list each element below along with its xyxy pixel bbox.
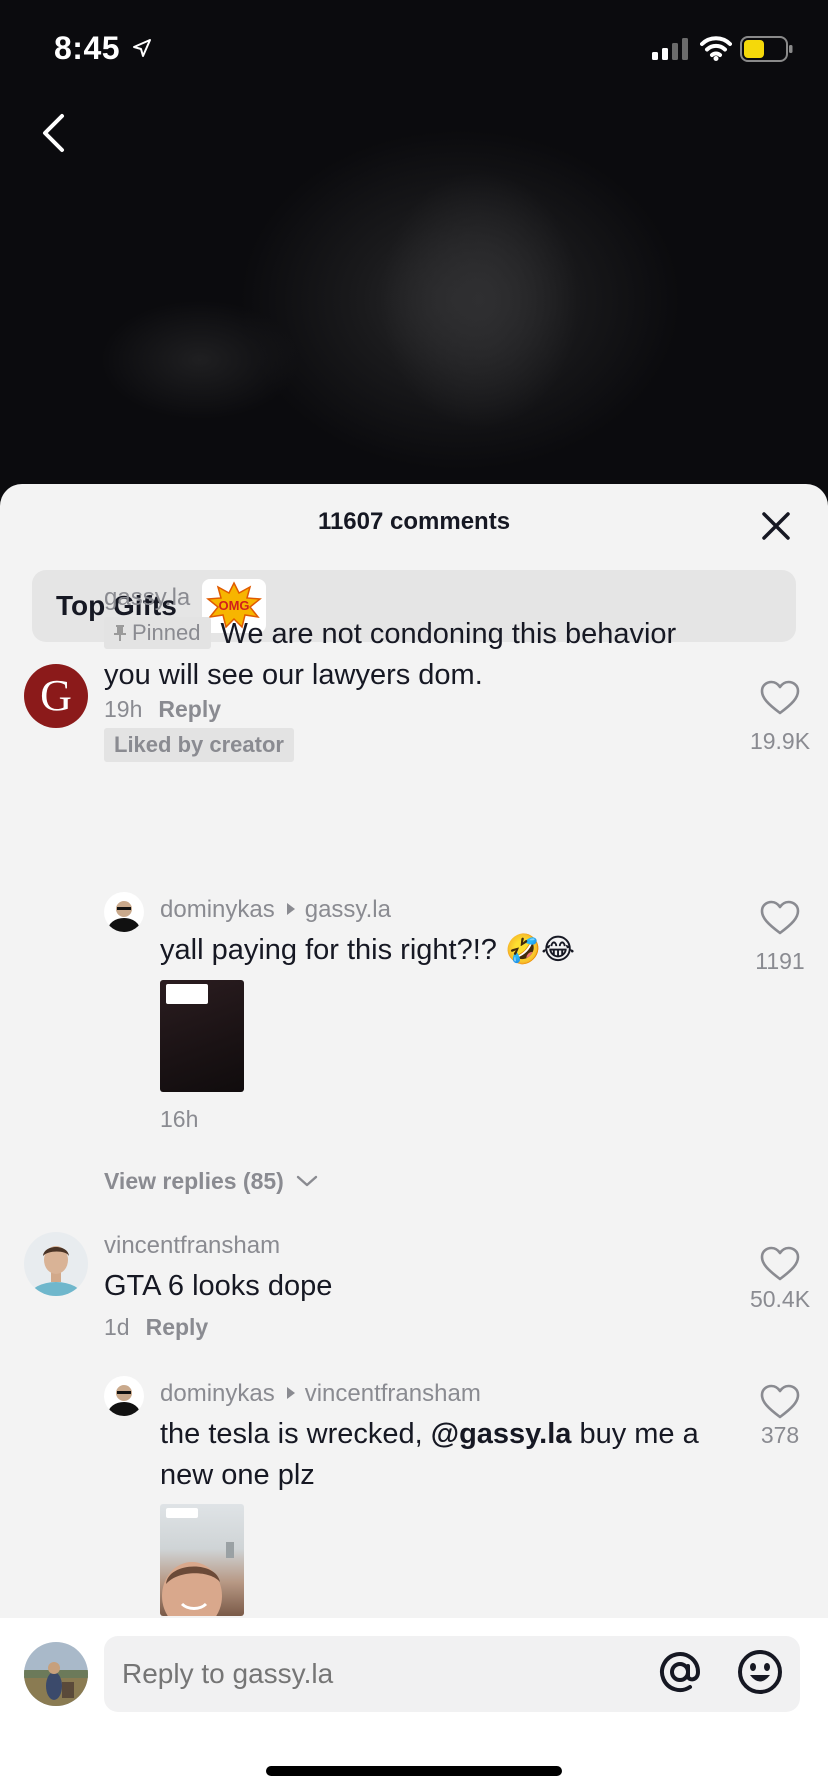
heart-icon[interactable] xyxy=(760,900,800,936)
wifi-icon xyxy=(700,36,732,61)
comment-meta: 1d Reply xyxy=(104,1314,208,1341)
location-arrow-icon xyxy=(133,39,151,57)
close-button[interactable] xyxy=(756,506,796,546)
reply-text: yall paying for this right?!? 🤣😂 xyxy=(160,934,575,966)
reply-button[interactable]: Reply xyxy=(158,696,221,722)
home-indicator xyxy=(266,1766,562,1776)
emoji-icon[interactable] xyxy=(736,1648,784,1696)
heart-icon[interactable] xyxy=(760,1246,800,1282)
comment-text: GTA 6 looks dope xyxy=(104,1270,333,1302)
pinned-badge: Pinned xyxy=(104,617,211,649)
status-bar: 8:45 xyxy=(0,0,828,100)
video-shape xyxy=(100,300,300,420)
comment-input-bar xyxy=(0,1618,828,1792)
reply-to-username[interactable]: gassy.la xyxy=(305,896,391,923)
comment-username[interactable]: vincentfransham xyxy=(104,1232,280,1260)
comment-age: 19h xyxy=(104,696,143,722)
reply-text-start: the tesla is wrecked, xyxy=(160,1418,431,1450)
reply-username[interactable]: dominykas xyxy=(160,1380,275,1407)
reply-button[interactable]: Reply xyxy=(146,1314,209,1340)
reply-header: dominykas gassy.la xyxy=(160,896,391,924)
like-count: 50.4K xyxy=(749,1286,811,1312)
cellular-signal-icon xyxy=(652,38,688,60)
mention-link[interactable]: @gassy.la xyxy=(431,1418,572,1450)
like-count: 19.9K xyxy=(749,728,811,754)
reply-avatar[interactable] xyxy=(104,892,144,932)
comment-meta: 19h Reply xyxy=(104,696,221,723)
like-count: 378 xyxy=(760,1422,800,1448)
thumbnail-sticker xyxy=(166,984,208,1004)
chevron-down-icon xyxy=(297,1175,318,1187)
reply-avatar[interactable] xyxy=(104,1376,144,1416)
comment-username[interactable]: gassy.la xyxy=(104,584,190,612)
heart-icon[interactable] xyxy=(760,1384,800,1420)
reply-to-arrow-icon xyxy=(286,1387,295,1399)
back-button[interactable] xyxy=(30,108,80,158)
avatar[interactable]: G xyxy=(24,664,88,728)
comment-age: 1d xyxy=(104,1314,130,1340)
mention-at-icon[interactable] xyxy=(656,1648,704,1696)
reply-video-thumbnail[interactable] xyxy=(160,980,244,1092)
pinned-label: Pinned xyxy=(132,620,201,645)
svg-text:G: G xyxy=(40,671,72,720)
heart-icon[interactable] xyxy=(760,680,800,716)
reply-to-username[interactable]: vincentfransham xyxy=(305,1380,481,1407)
view-replies-button[interactable]: View replies (85) xyxy=(104,1168,318,1195)
reply-text: the tesla is wrecked, @gassy.la buy me a… xyxy=(160,1414,720,1496)
pin-icon xyxy=(114,625,126,641)
video-shape xyxy=(380,170,580,430)
reply-to-arrow-icon xyxy=(286,903,295,915)
comments-sheet: 11607 comments Top Gifts OMG G gassy.la … xyxy=(0,484,828,1792)
comment-text: Pinned We are not condoning this behavior… xyxy=(104,614,724,696)
svg-text:OMG: OMG xyxy=(218,598,249,613)
reply-video-thumbnail[interactable] xyxy=(160,1504,244,1616)
reply-age: 16h xyxy=(160,1106,199,1132)
battery-icon xyxy=(740,36,793,62)
user-avatar xyxy=(24,1642,88,1706)
liked-by-creator-badge: Liked by creator xyxy=(104,728,294,762)
reply-header: dominykas vincentfransham xyxy=(160,1380,481,1408)
avatar[interactable] xyxy=(24,1232,88,1296)
status-time: 8:45 xyxy=(54,30,121,66)
comments-count-title: 11607 comments xyxy=(317,508,511,535)
like-count: 1191 xyxy=(755,948,805,974)
view-replies-label: View replies (85) xyxy=(104,1168,284,1194)
reply-username[interactable]: dominykas xyxy=(160,896,275,923)
